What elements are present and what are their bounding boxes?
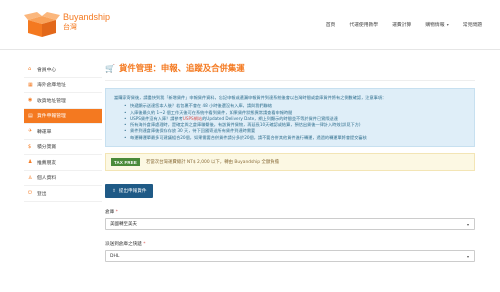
info-alert: 當購家寄貨後，請盡快到我「新增貨件」申報貨件資料，忘記申報或遺漏申報貨件到達系統… <box>105 88 475 148</box>
nav-item-label: 常見問題 <box>462 23 482 28</box>
chevron-down-icon: ▾ <box>445 22 449 27</box>
sidebar-item-2[interactable]: ◉ 收貨地址管理 <box>24 93 102 109</box>
nav-item-3[interactable]: 購物情報 ▾ <box>425 21 448 28</box>
info-bullet-text: 所有海外倉庫處理時，是確定與之倉庫聯繫後，有該貨件貨物，再延長10天確認或結算，… <box>130 122 361 128</box>
site-header: Buyandship 台灣 首頁 代運使用教學 運費計算 購物情報 ▾ 常見問題 <box>0 0 500 50</box>
sidebar-item-3[interactable]: ▤ 貨件申報管理 <box>24 108 102 124</box>
submit-declaration-button[interactable]: ⇪ 提出申報貨件 <box>105 184 154 199</box>
field-label-text: 派送到倉庫之快遞 <box>105 242 142 248</box>
cart-icon: ▤ <box>28 112 33 119</box>
nav-item-0[interactable]: 首頁 <box>326 21 336 28</box>
declaration-form: 倉庫 * 美國轉至美夫 ▾ 派送到倉庫之快遞 * DHL ▾ <box>105 209 475 263</box>
sidebar-item-8[interactable]: ⏻ 登出 <box>24 186 102 202</box>
field-label: 倉庫 * <box>105 209 475 215</box>
brand-name[interactable]: Buyandship 台灣 <box>63 12 110 33</box>
building-icon: ▦ <box>28 81 33 88</box>
info-bullet-text: 貨件到達倉庫後保存存放 30 天，待下回國寄送所有貨件到達時需要 <box>130 128 256 134</box>
user-icon: ♙ <box>28 174 33 181</box>
nav-item-label: 購物情報 <box>425 23 445 28</box>
main-content: 🛒 貨件管理：申報、追蹤及合併集運 當購家寄貨後，請盡快到我「新增貨件」申報貨件… <box>105 62 475 263</box>
tax-free-text: 若當次台灣運費總計 NT$ 2,000 以下，轉由 Buyandship 全額負… <box>145 160 280 166</box>
brand-text: Buyandship <box>63 12 111 22</box>
courier-select[interactable]: DHL ▾ <box>105 250 475 263</box>
nav-item-4[interactable]: 常見問題 <box>463 21 482 28</box>
field-label: 派送到倉庫之快遞 * <box>105 241 475 247</box>
sidebar-item-label: 收貨地址管理 <box>37 98 66 104</box>
sidebar-item-0[interactable]: ⌂ 會員中心 <box>24 62 102 78</box>
info-bullet-text: 快遞顯示送達您本人後？若包裹不會在 48 小時後還沒有入庫，請與我們聯絡 <box>130 103 272 109</box>
info-bullet: 每運轉運單最多可建議組合20個，如果需要合併貨件請分多於20個，請不要合併其他貨… <box>124 134 466 142</box>
required-asterisk: * <box>141 242 146 248</box>
nav-item-label: 運費計算 <box>392 23 412 28</box>
sidebar-item-label: 推薦朋友 <box>37 160 57 166</box>
home-icon: ⌂ <box>28 66 32 73</box>
sidebar-item-label: 海外倉庫地址 <box>37 83 66 89</box>
nav-item-label: 代運使用教學 <box>349 23 379 28</box>
info-intro: 當購家寄貨後，請盡快到我「新增貨件」申報貨件資料，忘記申報或遺漏申報貨件到達系統… <box>114 95 387 100</box>
usps-link[interactable]: USPS網站 <box>183 116 202 121</box>
select-value: DHL <box>110 253 120 259</box>
nav-item-1[interactable]: 代運使用教學 <box>349 21 378 28</box>
sidebar-item-label: 貨件申報管理 <box>37 114 66 120</box>
required-asterisk: * <box>114 210 118 216</box>
page-title-text: 貨件管理：申報、追蹤及合併集運 <box>118 63 245 73</box>
info-bullet-text: USPS貨件沒有入庫？請參考 <box>130 115 183 121</box>
sidebar-item-4[interactable]: ✈ 轉運單 <box>24 124 102 140</box>
nav-item-2[interactable]: 運費計算 <box>392 21 411 28</box>
cart-icon: 🛒 <box>105 63 115 73</box>
sidebar-item-label: 積分獎賞 <box>37 145 57 151</box>
tax-free-notice: TAX FREE 若當次台灣運費總計 NT$ 2,000 以下，轉由 Buyan… <box>105 153 475 172</box>
sidebar-item-1[interactable]: ▦ 海外倉庫地址 <box>24 78 102 93</box>
info-bullet-text-after: 的Updated Delivery Date，網上列顯示的時間並不等於貨件已實際… <box>202 115 338 121</box>
upload-icon: ⇪ <box>112 188 116 194</box>
info-bullet-text: 入庫後最久約 1~2 個工作天後可在系統中看到貨件，如果貨件狀態異常請查看申報時… <box>130 109 293 115</box>
sidebar-item-label: 個人資料 <box>37 176 57 182</box>
page-title: 🛒 貨件管理：申報、追蹤及合併集運 <box>105 62 475 74</box>
tax-free-badge: TAX FREE <box>111 158 140 167</box>
nav-item-label: 首頁 <box>325 23 336 28</box>
sidebar-item-label: 會員中心 <box>37 67 57 73</box>
logo-box-icon[interactable] <box>24 10 60 38</box>
sidebar-item-6[interactable]: ♟ 推薦朋友 <box>24 155 102 171</box>
chevron-down-icon: ▾ <box>466 221 469 227</box>
info-list: 快遞顯示送達您本人後？若包裹不會在 48 小時後還沒有入庫，請與我們聯絡入庫後最… <box>114 103 466 141</box>
divider <box>105 80 475 81</box>
field-label-text: 倉庫 <box>105 210 115 216</box>
top-nav: 首頁 代運使用教學 運費計算 購物情報 ▾ 常見問題 <box>326 21 482 28</box>
gift-icon: $ <box>28 143 32 150</box>
sidebar-item-7[interactable]: ♙ 個人資料 <box>24 171 102 186</box>
sidebar-item-5[interactable]: $ 積分獎賞 <box>24 140 102 155</box>
chevron-down-icon: ▾ <box>466 253 469 259</box>
sidebar: ⌂ 會員中心 ▦ 海外倉庫地址 ◉ 收貨地址管理 ▤ 貨件申報管理 ✈ 轉運單 $ 積分獎賞 ♟ 推薦朋友… <box>24 62 102 202</box>
sidebar-item-label: 登出 <box>37 191 47 197</box>
info-bullet-text: 每運轉運單最多可建議組合20個，如果需要合併貨件請分多於20個，請不要合併其他貨… <box>130 134 367 140</box>
power-icon: ⏻ <box>28 190 32 197</box>
brand-region: 台灣 <box>63 24 77 31</box>
warehouse-select[interactable]: 美國轉至美夫 ▾ <box>105 218 475 231</box>
plane-icon: ✈ <box>28 128 33 135</box>
select-value: 美國轉至美夫 <box>110 222 137 228</box>
users-icon: ♟ <box>28 159 33 166</box>
sidebar-item-label: 轉運單 <box>37 129 52 135</box>
map-marker-icon: ◉ <box>28 97 33 104</box>
submit-declaration-label: 提出申報貨件 <box>118 189 147 195</box>
